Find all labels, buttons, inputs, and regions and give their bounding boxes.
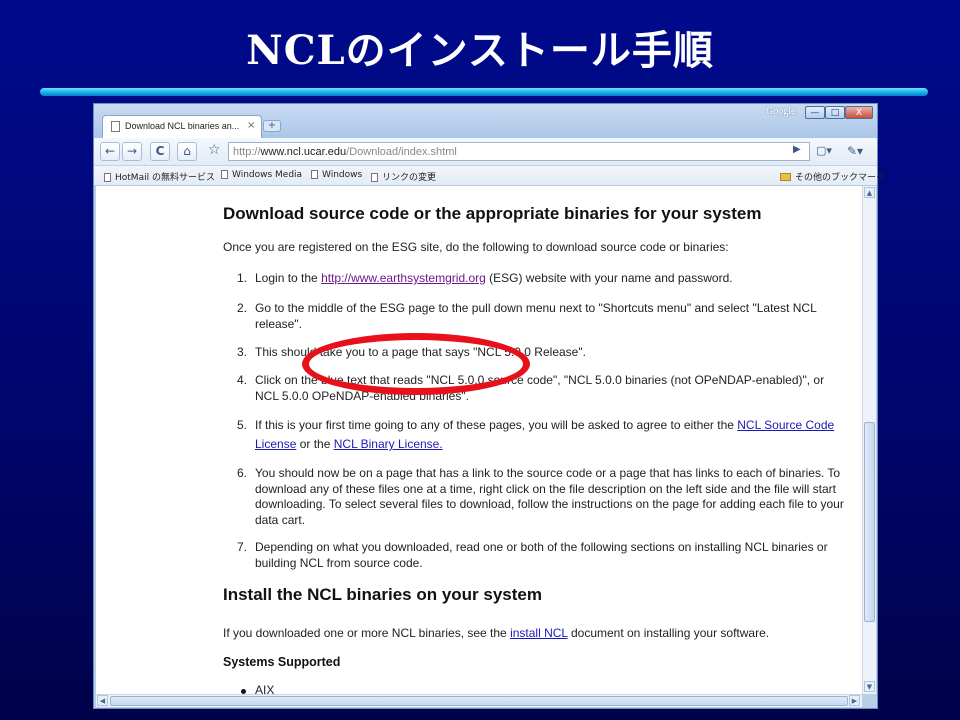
install-text: If you downloaded one or more NCL binari…: [223, 626, 769, 642]
bookmark-label: Windows Media: [232, 170, 303, 180]
url-path: /Download/index.shtml: [346, 146, 457, 158]
heading-download: Download source code or the appropriate …: [223, 204, 762, 223]
bookmark-label: その他のブックマーク: [795, 173, 886, 183]
scroll-down-arrow-icon[interactable]: ▼: [864, 681, 875, 692]
esg-link[interactable]: http://www.earthsystemgrid.org: [321, 271, 486, 285]
bookmark-item-windows[interactable]: Windows: [311, 170, 362, 180]
minimize-button[interactable]: —: [805, 106, 825, 119]
browser-tab[interactable]: Download NCL binaries an... ×: [102, 115, 262, 138]
bookmark-item-links[interactable]: リンクの変更: [371, 170, 436, 183]
scroll-up-arrow-icon[interactable]: ▲: [864, 187, 875, 198]
scroll-right-arrow-icon[interactable]: ▶: [849, 695, 860, 706]
step-7-line-2: building NCL from source code.: [255, 556, 423, 570]
go-button[interactable]: ▶: [793, 144, 801, 155]
title-underline-bar: [40, 88, 928, 96]
bookmark-star-icon[interactable]: ☆: [208, 142, 221, 158]
step-6-line-3: downloading. To select several files to …: [255, 497, 844, 511]
other-bookmarks-folder[interactable]: その他のブックマーク: [780, 170, 885, 183]
url-host: www.ncl.ucar.edu: [260, 146, 347, 158]
folder-icon: [780, 173, 791, 181]
new-tab-button[interactable]: +: [263, 120, 281, 132]
ncl-source-code-license-link-cont[interactable]: License: [255, 437, 296, 451]
google-label: Google: [766, 106, 796, 117]
ncl-binary-license-link[interactable]: NCL Binary License.: [334, 437, 443, 451]
step-5-middle: or the: [296, 437, 334, 451]
bookmark-label: HotMail の無料サービス: [115, 173, 215, 183]
page-menu-button[interactable]: ▢▾: [816, 144, 832, 157]
step-3-text: This should take you to a page that says…: [255, 345, 586, 359]
step-2-line-1: Go to the middle of the ESG page to the …: [255, 301, 817, 315]
bookmark-page-icon: [104, 173, 111, 182]
step-1-text: Login to the http://www.earthsystemgrid.…: [255, 271, 733, 287]
scroll-left-arrow-icon[interactable]: ◀: [97, 695, 108, 706]
vertical-scrollbar[interactable]: ▲ ▼: [862, 186, 876, 694]
page-icon: [111, 121, 120, 132]
bookmark-item-windows-media[interactable]: Windows Media: [221, 170, 302, 180]
maximize-button[interactable]: □: [825, 106, 845, 119]
step-7-line-1: Depending on what you downloaded, read o…: [255, 540, 828, 554]
step-number: 2.: [237, 301, 248, 315]
step-number: 6.: [237, 466, 248, 480]
heading-systems-supported: Systems Supported: [223, 655, 341, 669]
page-content: Download source code or the appropriate …: [96, 186, 862, 694]
step-4-line-2: NCL 5.0.0 OPeNDAP-enabled binaries".: [255, 389, 469, 403]
install-ncl-link[interactable]: install NCL: [510, 626, 568, 640]
address-bar[interactable]: http://www.ncl.ucar.edu/Download/index.s…: [228, 142, 810, 161]
url-prefix: http://: [233, 146, 261, 158]
step-2-line-2: release".: [255, 317, 302, 331]
horizontal-scroll-thumb[interactable]: [110, 696, 848, 706]
browser-window: Google — □ X Download NCL binaries an...…: [93, 103, 885, 709]
step-number: 7.: [237, 540, 248, 554]
horizontal-scrollbar[interactable]: ◀ ▶: [96, 694, 862, 707]
tools-menu-button[interactable]: ✎▾: [847, 144, 863, 158]
intro-text: Once you are registered on the ESG site,…: [223, 240, 729, 254]
bookmark-page-icon: [311, 170, 318, 179]
close-window-button[interactable]: X: [845, 106, 873, 119]
step-5-line-2: License or the NCL Binary License.: [255, 437, 443, 453]
step-6-line-2: download any of these files one at a tim…: [255, 482, 836, 496]
window-titlebar: Google — □ X Download NCL binaries an...…: [94, 104, 877, 138]
step-number: 3.: [237, 345, 248, 359]
home-button[interactable]: ⌂: [177, 142, 197, 161]
step-number: 4.: [237, 373, 248, 387]
ncl-source-code-license-link[interactable]: NCL Source Code: [737, 418, 834, 432]
step-4-line-1: Click on the blue text that reads "NCL 5…: [255, 373, 825, 387]
step-5-line-1: If this is your first time going to any …: [255, 418, 834, 434]
reload-button[interactable]: C: [150, 142, 170, 161]
step-6-line-1: You should now be on a page that has a l…: [255, 466, 841, 480]
tab-close-icon[interactable]: ×: [247, 120, 255, 131]
install-after: document on installing your software.: [567, 626, 770, 640]
install-before: If you downloaded one or more NCL binari…: [223, 626, 511, 640]
tab-label: Download NCL binaries an...: [125, 121, 240, 131]
bookmark-label: Windows: [322, 170, 363, 180]
bookmark-page-icon: [371, 173, 378, 182]
forward-button[interactable]: →: [122, 142, 142, 161]
vertical-scroll-thumb[interactable]: [864, 422, 875, 622]
step-number: 5.: [237, 418, 248, 432]
url-text: http://www.ncl.ucar.edu/Download/index.s…: [233, 146, 457, 158]
navigation-toolbar: ← → C ⌂ ☆ http://www.ncl.ucar.edu/Downlo…: [94, 138, 877, 166]
step-1-after: (ESG) website with your name and passwor…: [485, 271, 733, 285]
heading-install: Install the NCL binaries on your system: [223, 585, 542, 604]
system-item-aix: AIX: [255, 683, 275, 694]
back-button[interactable]: ←: [100, 142, 120, 161]
bookmark-label: リンクの変更: [382, 173, 437, 183]
bookmark-page-icon: [221, 170, 228, 179]
step-5-before: If this is your first time going to any …: [255, 418, 738, 432]
step-1-before: Login to the: [255, 271, 322, 285]
bookmark-item-hotmail[interactable]: HotMail の無料サービス: [104, 170, 215, 183]
step-6-line-4: data cart.: [255, 513, 306, 527]
bookmarks-bar: HotMail の無料サービス Windows Media Windows リン…: [94, 166, 885, 186]
step-number: 1.: [237, 271, 248, 285]
slide-title: NCLのインストール手順: [246, 27, 714, 74]
